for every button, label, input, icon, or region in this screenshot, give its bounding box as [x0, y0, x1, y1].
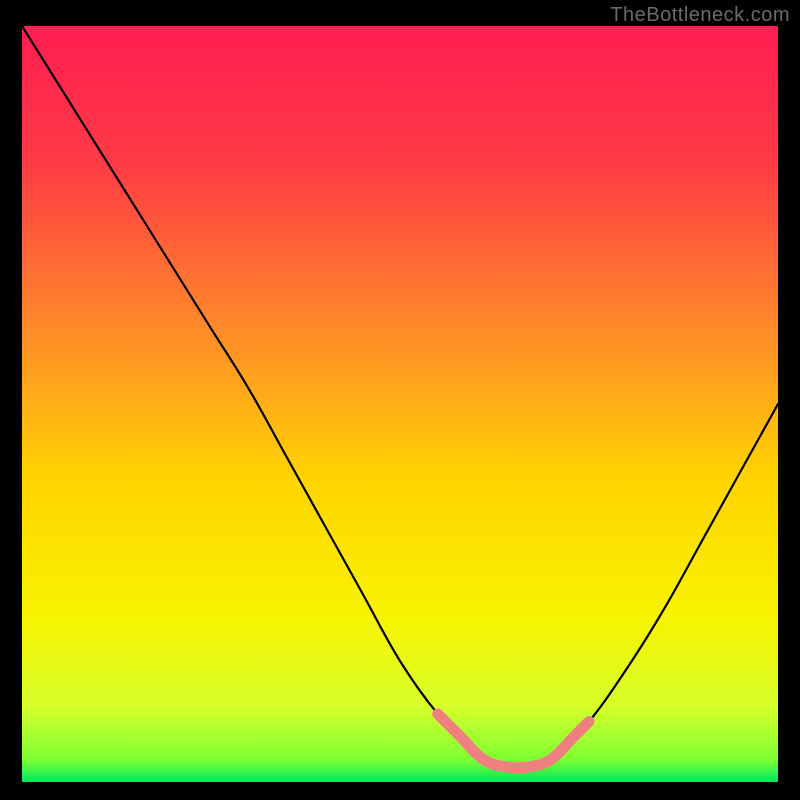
chart-svg — [22, 26, 778, 782]
watermark-label: TheBottleneck.com — [610, 4, 790, 27]
chart-frame: TheBottleneck.com — [0, 0, 800, 800]
gradient-background — [22, 26, 778, 782]
plot-area — [22, 26, 778, 782]
